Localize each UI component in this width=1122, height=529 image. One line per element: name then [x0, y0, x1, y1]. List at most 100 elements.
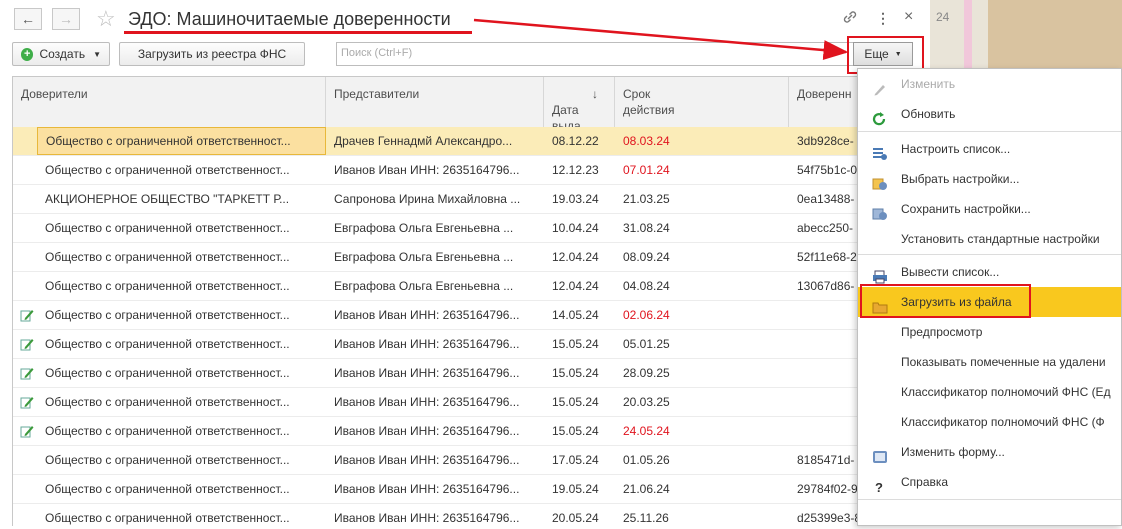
cell-validity: 31.08.24 — [623, 221, 670, 235]
cell-issue-date: 12.04.24 — [552, 250, 599, 264]
cell-principal: АКЦИОНЕРНОЕ ОБЩЕСТВО "ТАРКЕТТ Р... — [45, 192, 290, 206]
cell-issue-date: 12.04.24 — [552, 279, 599, 293]
edit-document-icon — [20, 337, 34, 351]
cell-validity: 04.08.24 — [623, 279, 670, 293]
cell-issue-date: 20.05.24 — [552, 511, 599, 525]
menu-item-label: Классификатор полномочий ФНС (Ф — [901, 415, 1105, 429]
cell-representative: Евграфова Ольга Евгеньевна ... — [334, 279, 514, 293]
cell-principal: Общество с ограниченной ответственност..… — [45, 337, 290, 351]
cell-representative: Иванов Иван ИНН: 2635164796... — [334, 511, 520, 525]
cell-representative: Иванов Иван ИНН: 2635164796... — [334, 395, 520, 409]
cell-representative: Евграфова Ольга Евгеньевна ... — [334, 221, 514, 235]
cell-representative: Сапронова Ирина Михайловна ... — [334, 192, 521, 206]
form-icon — [872, 445, 888, 463]
edit-document-icon — [20, 308, 34, 322]
menu-item[interactable]: Выбрать настройки... — [858, 164, 1121, 194]
cell-issue-date: 14.05.24 — [552, 308, 599, 322]
menu-item[interactable]: Классификатор полномочий ФНС (Ед — [858, 377, 1121, 407]
menu-item[interactable]: Показывать помеченные на удалени — [858, 347, 1121, 377]
cell-validity: 25.11.26 — [623, 511, 669, 525]
help-icon: ? — [872, 475, 888, 495]
cell-attorney-id: 29784f02-9 — [797, 482, 858, 496]
table-row[interactable]: АКЦИОНЕРНОЕ ОБЩЕСТВО "ТАРКЕТТ Р... Сапрон… — [13, 185, 857, 214]
table-row[interactable]: Общество с ограниченной ответственност..… — [13, 301, 857, 330]
column-header-representatives[interactable]: Представители — [326, 77, 544, 127]
menu-item-label: Выбрать настройки... — [901, 172, 1020, 186]
cell-issue-date: 15.05.24 — [552, 395, 599, 409]
cell-validity: 21.03.25 — [623, 192, 670, 206]
cell-representative: Евграфова Ольга Евгеньевна ... — [334, 250, 514, 264]
column-header-attorney[interactable]: Доверенн — [789, 77, 857, 127]
menu-item[interactable]: Настроить список... — [858, 134, 1121, 164]
cell-validity: 01.05.26 — [623, 453, 670, 467]
cell-attorney-id — [789, 417, 857, 445]
menu-item[interactable]: ? Справка — [858, 467, 1121, 497]
table-row[interactable]: Общество с ограниченной ответственност..… — [13, 330, 857, 359]
menu-item[interactable]: Вывести список... — [858, 257, 1121, 287]
sort-desc-icon: ↓ — [592, 87, 598, 101]
table-row[interactable]: Общество с ограниченной ответственност..… — [13, 214, 857, 243]
menu-item[interactable]: Изменить форму... — [858, 437, 1121, 467]
edit-document-icon — [20, 366, 34, 380]
table-row[interactable]: Общество с ограниченной ответственност..… — [13, 417, 857, 446]
menu-item[interactable]: Изменить — [858, 69, 1121, 99]
cell-attorney-id: d25399e3-86be-42c3 — [797, 511, 857, 525]
menu-item-label: Показывать помеченные на удалени — [901, 355, 1106, 369]
select-settings-icon — [872, 172, 888, 190]
cell-principal: Общество с ограниченной ответственност..… — [37, 127, 326, 155]
cell-principal: Общество с ограниченной ответственност..… — [45, 308, 290, 322]
cell-validity: 28.09.25 — [623, 366, 670, 380]
menu-item-label: Предпросмотр — [901, 325, 983, 339]
cell-validity: 20.03.25 — [623, 395, 670, 409]
cell-attorney-id — [789, 359, 857, 387]
cell-attorney-id: 8185471d- — [797, 453, 855, 467]
table-row[interactable]: Общество с ограниченной ответственност..… — [13, 504, 857, 526]
cell-attorney-id — [789, 301, 857, 329]
cell-representative: Иванов Иван ИНН: 2635164796... — [334, 453, 520, 467]
edit-document-icon — [20, 424, 34, 438]
menu-item[interactable]: Обновить — [858, 99, 1121, 129]
table-row[interactable]: Общество с ограниченной ответственност..… — [13, 243, 857, 272]
cell-principal: Общество с ограниченной ответственност..… — [45, 221, 290, 235]
menu-item-label: Настроить список... — [901, 142, 1011, 156]
menu-separator — [858, 131, 1121, 132]
cell-issue-date: 15.05.24 — [552, 366, 599, 380]
cell-representative: Иванов Иван ИНН: 2635164796... — [334, 163, 520, 177]
table-row[interactable]: Общество с ограниченной ответственност..… — [13, 475, 857, 504]
table-row[interactable]: Общество с ограниченной ответственност..… — [13, 446, 857, 475]
cell-validity: 21.06.24 — [623, 482, 670, 496]
table-row[interactable]: Общество с ограниченной ответственност..… — [13, 127, 857, 156]
cell-issue-date: 17.05.24 — [552, 453, 599, 467]
save-settings-icon — [872, 202, 888, 220]
table-row[interactable]: Общество с ограниченной ответственност..… — [13, 388, 857, 417]
column-header-principals[interactable]: Доверители — [13, 77, 326, 127]
menu-item-label: Классификатор полномочий ФНС (Ед — [901, 385, 1111, 399]
cell-validity: 05.01.25 — [623, 337, 670, 351]
svg-text:?: ? — [875, 480, 883, 494]
menu-item-label: Вывести список... — [901, 265, 1000, 279]
list-settings-icon — [872, 142, 888, 160]
table-row[interactable]: Общество с ограниченной ответственност..… — [13, 272, 857, 301]
cell-principal: Общество с ограниченной ответственност..… — [45, 482, 290, 496]
menu-item-label: Обновить — [901, 107, 956, 121]
cell-representative: Драчев Геннадмй Александро... — [334, 134, 513, 148]
menu-separator — [858, 499, 1121, 500]
cell-principal: Общество с ограниченной ответственност..… — [45, 424, 290, 438]
menu-item[interactable]: Сохранить настройки... — [858, 194, 1121, 224]
column-header-validity[interactable]: Срок действия — [615, 77, 789, 127]
menu-separator — [858, 254, 1121, 255]
column-header-issue-date[interactable]: Дата выда ↓ — [544, 77, 615, 133]
cell-attorney-id: 3db928ce- — [797, 134, 854, 148]
cell-principal: Общество с ограниченной ответственност..… — [45, 279, 290, 293]
table-row[interactable]: Общество с ограниченной ответственност..… — [13, 156, 857, 185]
cell-issue-date: 19.05.24 — [552, 482, 599, 496]
cell-representative: Иванов Иван ИНН: 2635164796... — [334, 337, 520, 351]
table-row[interactable]: Общество с ограниченной ответственност..… — [13, 359, 857, 388]
menu-item[interactable]: Предпросмотр — [858, 317, 1121, 347]
menu-item[interactable]: Установить стандартные настройки — [858, 224, 1121, 254]
cell-representative: Иванов Иван ИНН: 2635164796... — [334, 482, 520, 496]
menu-item[interactable]: Классификатор полномочий ФНС (Ф — [858, 407, 1121, 437]
cell-representative: Иванов Иван ИНН: 2635164796... — [334, 366, 520, 380]
cell-attorney-id: abecc250- — [797, 221, 854, 235]
cell-attorney-id: 13067d86- — [797, 279, 855, 293]
